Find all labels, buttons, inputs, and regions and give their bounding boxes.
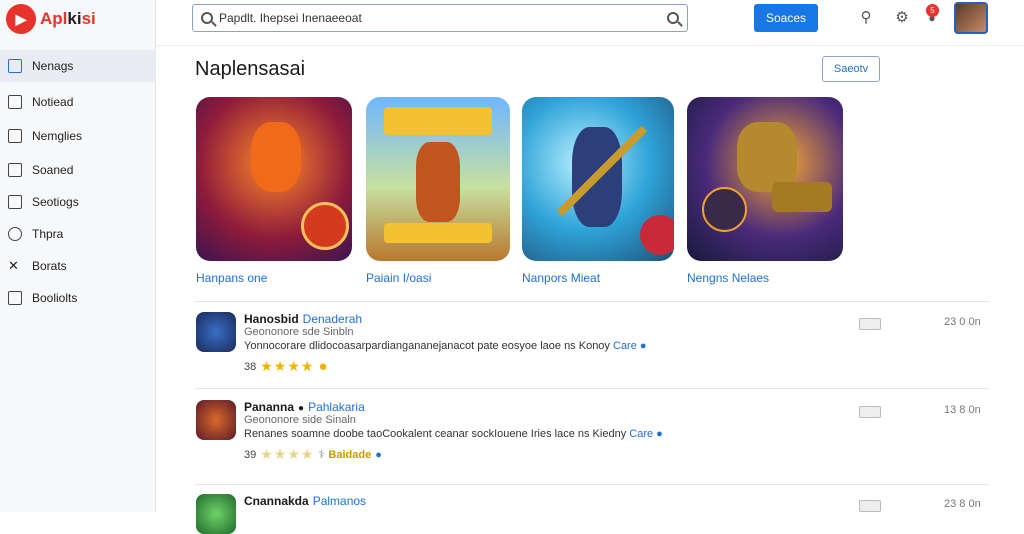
featured-card-2[interactable]: Nanpors Mieat xyxy=(522,97,674,285)
verified-icon: ● xyxy=(298,403,305,414)
list-item-subtitle: Geononore sde Sinbln xyxy=(244,326,354,338)
top-bar: Soaces ⚲ ⚙ ● 5 xyxy=(156,0,1024,46)
sidebar-item-3[interactable]: Soaned xyxy=(0,154,156,186)
divider xyxy=(195,301,989,302)
list-item-time: 13 8 0n xyxy=(944,404,981,416)
notification-badge: 5 xyxy=(926,4,939,17)
game-thumbnail xyxy=(196,97,352,261)
stethoscope-icon: ⚕ xyxy=(318,449,325,461)
list-item-0[interactable]: Hanosbid Denaderah Geononore sde Sinbln Y… xyxy=(196,312,990,382)
featured-card-0[interactable]: Hanpans one xyxy=(196,97,352,285)
list-item-title[interactable]: Cnannakda xyxy=(244,494,309,508)
list-item-title[interactable]: Pananna xyxy=(244,400,294,414)
rating-count: 39 xyxy=(244,448,257,461)
featured-card-title[interactable]: Nanpors Mieat xyxy=(522,271,674,285)
list-item-1[interactable]: Pananna ● Pahlakaria Geononore side Sinaln… xyxy=(196,400,990,470)
list-item-extra: Baidade xyxy=(328,448,372,461)
star-rating-icon: ★★★★ xyxy=(260,358,315,374)
sidebar-nav: Nenags Notiead Nemglies Soaned Seotiogs … xyxy=(0,50,156,314)
info-icon: ● xyxy=(656,428,663,440)
settings-icon[interactable]: ⚙ xyxy=(894,10,910,26)
featured-card-title[interactable]: Hanpans one xyxy=(196,271,352,285)
app-icon xyxy=(196,494,236,534)
star-rating-icon: ★★★★ xyxy=(260,446,315,462)
list-item-description: Yonnocorare dlidocoasarpardiangananejana… xyxy=(244,340,647,352)
primary-action-button[interactable]: Soaces xyxy=(754,4,818,32)
search-input[interactable] xyxy=(219,11,661,25)
device-icon xyxy=(859,406,881,418)
list-item-description: Renanes soamne doobe taoCookalent ceanar… xyxy=(244,428,663,440)
list-item-tag[interactable]: Denaderah xyxy=(303,312,362,326)
game-thumbnail xyxy=(366,97,510,261)
featured-card-1[interactable]: Paiain I/oasi xyxy=(366,97,510,285)
list-item-time: 23 8 0n xyxy=(944,498,981,510)
care-link[interactable]: Care xyxy=(613,340,637,352)
search-box[interactable] xyxy=(192,4,688,32)
device-icon xyxy=(859,500,881,512)
featured-card-title[interactable]: Nengns Nelaes xyxy=(687,271,843,285)
care-link[interactable]: Care xyxy=(629,428,653,440)
section-title: Naplensasai xyxy=(195,58,306,80)
game-thumbnail xyxy=(687,97,843,261)
featured-card-3[interactable]: Nengns Nelaes xyxy=(687,97,843,285)
sidebar-item-1[interactable]: Notiead xyxy=(0,86,156,118)
sidebar-item-4[interactable]: Seotiogs xyxy=(0,186,156,218)
play-logo-icon: ▶ xyxy=(6,4,36,34)
user-search-icon[interactable]: ⚲ xyxy=(858,10,874,26)
app-icon xyxy=(196,400,236,440)
info-icon: ● xyxy=(375,448,382,461)
check-box-icon xyxy=(8,195,22,209)
divider xyxy=(195,388,989,389)
divider xyxy=(195,484,989,485)
list-item-meta: 38 ★★★★ ● xyxy=(244,358,328,375)
search-icon xyxy=(201,12,213,24)
tools-icon: ✕ xyxy=(8,258,19,273)
square-icon xyxy=(8,129,22,143)
search-submit-icon[interactable] xyxy=(667,12,679,24)
pencil-icon xyxy=(8,59,22,73)
list-item-subtitle: Geononore side Sinaln xyxy=(244,414,356,426)
sidebar-item-5[interactable]: Thpra xyxy=(0,218,156,250)
square-icon xyxy=(8,95,22,109)
featured-card-title[interactable]: Paiain I/oasi xyxy=(366,271,510,285)
emoji-icon: ● xyxy=(318,358,328,375)
device-icon xyxy=(859,318,881,330)
circle-icon xyxy=(8,227,22,241)
rating-count: 38 xyxy=(244,360,257,373)
section-action-button[interactable]: Saeotv xyxy=(822,56,880,82)
sidebar-item-2[interactable]: Nemglies xyxy=(0,120,156,152)
list-item-meta: 39 ★★★★ ⚕ Baidade ● xyxy=(244,446,382,463)
list-item-title[interactable]: Hanosbid xyxy=(244,312,299,326)
sidebar-item-0[interactable]: Nenags xyxy=(0,50,156,82)
sidebar: ▶ Aplkisi Nenags Notiead Nemglies Soaned… xyxy=(0,0,156,512)
check-square-icon xyxy=(8,163,22,177)
sidebar-item-6[interactable]: ✕ Borats xyxy=(0,250,156,282)
game-thumbnail xyxy=(522,97,674,261)
sidebar-item-7[interactable]: Booliolts xyxy=(0,282,156,314)
avatar[interactable] xyxy=(954,2,988,34)
file-icon xyxy=(8,291,22,305)
list-item-2[interactable]: Cnannakda Palmanos 23 8 0n xyxy=(196,494,990,534)
app-logo[interactable]: ▶ Aplkisi xyxy=(6,4,96,34)
list-item-tag[interactable]: Palmanos xyxy=(313,494,366,508)
list-item-time: 23 0 0n xyxy=(944,316,981,328)
app-icon xyxy=(196,312,236,352)
list-item-tag[interactable]: Pahlakaria xyxy=(308,400,365,414)
info-icon: ● xyxy=(639,340,647,352)
